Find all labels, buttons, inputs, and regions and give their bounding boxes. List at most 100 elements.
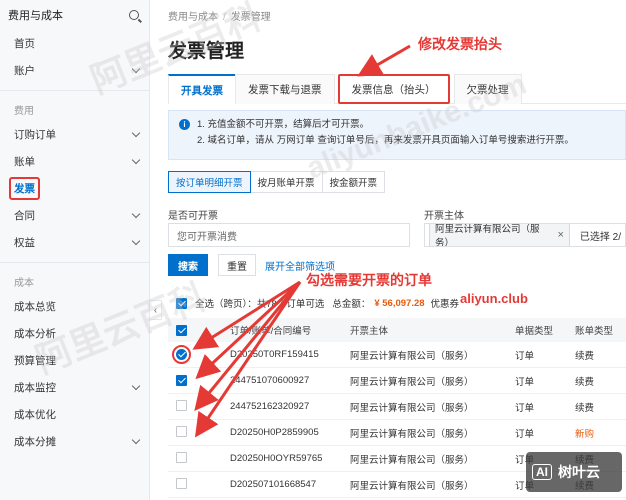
- breadcrumb: 费用与成本 / 发票管理: [168, 8, 271, 23]
- invoiceable-value: 您可开票消费: [177, 231, 237, 243]
- row-bill-type: 续费: [575, 402, 595, 414]
- sidebar-item-label: 预算管理: [14, 355, 56, 367]
- page-title: 发票管理: [168, 41, 245, 62]
- reset-button[interactable]: 重置: [218, 254, 256, 276]
- invoiceable-label: 是否可开票: [168, 211, 218, 222]
- sidebar-group-cost: 成本: [14, 277, 34, 289]
- tab-bar: 开具发票 发票下载与退票 发票信息（抬头） 欠票处理: [168, 74, 626, 104]
- brand-ai-mark: AI: [532, 464, 552, 480]
- table-row[interactable]: D20250H0P2859905 阿里云计算有限公司（服务） 订单 新购: [168, 420, 626, 446]
- row-doc-type: 订单: [515, 428, 535, 440]
- sidebar-item-cost-allocation[interactable]: 成本分摊: [0, 428, 149, 455]
- row-checkbox[interactable]: [176, 375, 187, 386]
- row-bill-type: 新购: [575, 428, 595, 440]
- select-all-checkbox[interactable]: [176, 297, 187, 309]
- row-doc-type: 订单: [515, 350, 535, 362]
- sidebar-item-bills[interactable]: 账单: [0, 148, 149, 175]
- invoiceable-select[interactable]: 您可开票消费: [168, 223, 410, 247]
- column-header-bill-type: 账单类型: [575, 326, 614, 337]
- row-entity: 阿里云计算有限公司（服务）: [350, 454, 474, 466]
- entity-label: 开票主体: [424, 211, 464, 222]
- entity-select[interactable]: 阿里云计算有限公司（服务） × 已选择 2/: [424, 223, 626, 247]
- chevron-down-icon: [131, 435, 141, 445]
- sidebar-item-account[interactable]: 账户: [0, 57, 149, 84]
- row-checkbox[interactable]: [176, 477, 187, 489]
- sidebar-item-cost-optimize[interactable]: 成本优化: [0, 401, 149, 428]
- search-button[interactable]: 搜索: [168, 254, 208, 276]
- sidebar-item-label: 成本分摊: [14, 436, 56, 448]
- sidebar-item-label: 首页: [14, 38, 35, 50]
- row-id: 244751070600927: [230, 375, 310, 386]
- coupon-label[interactable]: 优惠券: [431, 296, 460, 310]
- tab-owed-invoices[interactable]: 欠票处理: [453, 74, 522, 104]
- row-bill-type: 续费: [575, 350, 595, 362]
- row-id: D20250H0OYR59765: [230, 453, 323, 464]
- tab-download-refund[interactable]: 发票下载与退票: [235, 74, 335, 104]
- row-doc-type: 订单: [515, 402, 535, 414]
- table-row[interactable]: 244751070600927 阿里云计算有限公司（服务） 订单 续费: [168, 368, 626, 394]
- info-icon: i: [179, 119, 190, 130]
- total-amount: ¥ 56,097.28: [374, 297, 425, 309]
- sidebar-item-label: 账户: [14, 65, 35, 77]
- notice-line-1: 1. 充值金额不可开票，结算后才可开票。: [197, 119, 370, 130]
- sidebar-item-label: 订购订单: [14, 129, 56, 141]
- row-checkbox[interactable]: [172, 345, 191, 364]
- row-checkbox[interactable]: [176, 425, 187, 437]
- sidebar-item-label: 发票: [9, 177, 40, 200]
- sidebar-item-invoice[interactable]: 发票: [0, 175, 149, 202]
- chevron-down-icon: [131, 64, 141, 74]
- row-id: D202507101668547: [230, 479, 317, 490]
- tab-issue-invoice[interactable]: 开具发票: [168, 74, 236, 104]
- select-all-text: 全选（跨页）：共78个订单可选: [195, 299, 325, 310]
- notice-line-2: 2. 域名订单，请从 万网订单 查询订单号后，再来发票开具页面输入订单号搜索进行…: [197, 135, 574, 146]
- entity-selected-count: 已选择 2/: [579, 231, 621, 243]
- subtab-by-amount[interactable]: 按金额开票: [321, 171, 386, 193]
- subtab-by-month[interactable]: 按月账单开票: [249, 171, 323, 193]
- entity-tag-label: 阿里云计算有限公司（服务）: [435, 224, 540, 247]
- chevron-down-icon: [131, 155, 141, 165]
- brand-logo: AI 树叶云: [526, 452, 622, 492]
- chevron-down-icon: [131, 236, 141, 246]
- brand-name: 树叶云: [558, 464, 600, 480]
- sidebar-item-budget[interactable]: 预算管理: [0, 347, 149, 374]
- header-checkbox[interactable]: [176, 324, 187, 336]
- sidebar-item-benefits[interactable]: 权益: [0, 229, 149, 256]
- sidebar-item-label: 账单: [14, 156, 35, 168]
- annotation-site: aliyun.club: [460, 291, 528, 306]
- sidebar-group-fee: 费用: [14, 105, 34, 117]
- close-icon[interactable]: ×: [557, 229, 563, 241]
- sidebar: 费用与成本 首页 账户 费用 订购订单 账单 发票 合同 权益 成本 成本总览 …: [0, 0, 150, 500]
- row-checkbox[interactable]: [176, 451, 187, 463]
- tab-invoice-header[interactable]: 发票信息（抬头）: [337, 74, 450, 104]
- sidebar-item-cost-overview[interactable]: 成本总览: [0, 293, 149, 320]
- sidebar-item-contract[interactable]: 合同: [0, 202, 149, 229]
- row-checkbox[interactable]: [176, 399, 187, 411]
- table-row[interactable]: 244752162320927 阿里云计算有限公司（服务） 订单 续费: [168, 394, 626, 420]
- sidebar-divider: [0, 262, 149, 263]
- row-entity: 阿里云计算有限公司（服务）: [350, 480, 474, 492]
- sidebar-item-home[interactable]: 首页: [0, 30, 149, 57]
- sidebar-item-label: 成本总览: [14, 301, 56, 313]
- table-header: 订单/账单/合同编号 开票主体 单据类型 账单类型: [168, 318, 626, 342]
- row-id: 244752162320927: [230, 401, 310, 412]
- chevron-down-icon: [131, 381, 141, 391]
- row-id: D20250H0P2859905: [230, 427, 319, 438]
- column-header-doc-type: 单据类型: [515, 326, 554, 337]
- chevron-down-icon: [131, 128, 141, 138]
- breadcrumb-root[interactable]: 费用与成本: [168, 12, 218, 23]
- subtab-by-order[interactable]: 按订单明细开票: [168, 171, 251, 193]
- sidebar-item-orders[interactable]: 订购订单: [0, 121, 149, 148]
- chevron-left-icon: ‹: [153, 304, 158, 316]
- chevron-down-icon: [131, 209, 141, 219]
- search-icon[interactable]: [129, 10, 139, 20]
- table-row[interactable]: D20250T0RF159415 阿里云计算有限公司（服务） 订单 续费: [168, 342, 626, 368]
- row-entity: 阿里云计算有限公司（服务）: [350, 428, 474, 440]
- annotation-select-orders: 勾选需要开票的订单: [306, 272, 432, 288]
- row-id: D20250T0RF159415: [230, 349, 319, 360]
- sidebar-item-cost-monitor[interactable]: 成本监控: [0, 374, 149, 401]
- column-header-entity: 开票主体: [350, 326, 389, 337]
- sidebar-item-cost-analysis[interactable]: 成本分析: [0, 320, 149, 347]
- sidebar-collapse-button[interactable]: ‹: [150, 300, 162, 320]
- annotation-edit-header: 修改发票抬头: [418, 36, 502, 52]
- notice-box: i 1. 充值金额不可开票，结算后才可开票。 2. 域名订单，请从 万网订单 查…: [168, 110, 626, 160]
